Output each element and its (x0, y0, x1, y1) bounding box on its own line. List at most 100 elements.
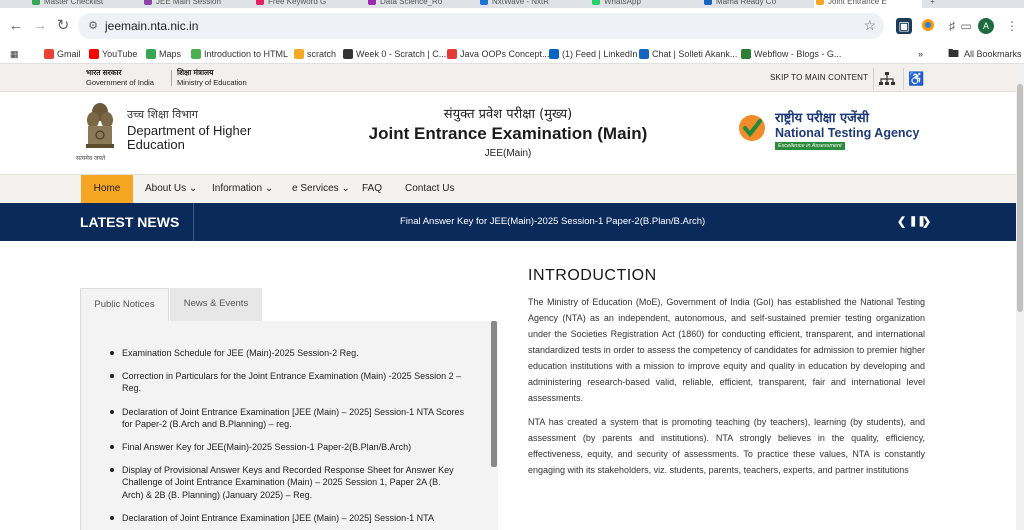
notice-item[interactable]: Declaration of Joint Entrance Examinatio… (109, 512, 464, 524)
notice-item[interactable]: Final Answer Key for JEE(Main)-2025 Sess… (109, 441, 464, 453)
notice-item[interactable]: Declaration of Joint Entrance Examinatio… (109, 406, 464, 430)
address-bar[interactable]: ⚙ jeemain.nta.nic.in ☆ (78, 13, 884, 39)
bookmark-item[interactable]: Introduction to HTML (191, 47, 288, 61)
menu-kebab-icon[interactable]: ⋮ (1004, 18, 1020, 34)
browser-tab[interactable]: Free Keyword G× (254, 0, 362, 8)
nav-eservices-label: e Services (292, 183, 339, 194)
address-url[interactable]: jeemain.nta.nic.in (105, 19, 198, 33)
nav-about-label: About Us (145, 183, 187, 194)
nav-home[interactable]: Home (81, 175, 133, 204)
govt-english: Government of India (86, 77, 154, 87)
site-info-icon[interactable]: ⚙ (86, 19, 100, 33)
new-tab-icon[interactable]: + (930, 0, 950, 8)
accessibility-icon[interactable]: ♿ (903, 68, 929, 90)
public-notices-panel: Examination Schedule for JEE (Main)-2025… (80, 321, 498, 530)
tab-favicon-icon (592, 0, 600, 5)
java-icon (447, 49, 457, 59)
page-scrollbar-thumb[interactable] (1017, 84, 1023, 312)
chevron-down-icon: ⌄ (264, 183, 274, 194)
bookmark-item[interactable]: Chat | Solleti Akank... (639, 47, 737, 61)
bookmark-item[interactable]: Maps (146, 47, 181, 61)
news-ticker-item[interactable]: Final Answer Key for JEE(Main)-2025 Sess… (400, 216, 705, 227)
tab-favicon-icon (144, 0, 152, 5)
back-icon[interactable]: ← (6, 16, 26, 36)
nav-information[interactable]: Information ⌄ (212, 175, 273, 204)
notice-scrollbar[interactable] (491, 321, 497, 467)
news-divider (193, 203, 194, 241)
tab-favicon-icon (704, 0, 712, 5)
maps-icon (146, 49, 156, 59)
folder-icon: 🖿 (948, 48, 959, 60)
nta-logo-icon[interactable] (738, 114, 766, 142)
bookmark-item[interactable]: scratch (294, 47, 336, 61)
youtube-icon (89, 49, 99, 59)
page-scrollbar[interactable] (1016, 64, 1024, 530)
all-bookmarks-folder[interactable]: 🖿 All Bookmarks (948, 47, 1022, 61)
notice-item[interactable]: Correction in Particulars for the Joint … (109, 370, 464, 394)
news-prev-icon[interactable]: ❮ (897, 215, 906, 228)
nav-faq-label: FAQ (362, 183, 383, 194)
browser-tab-title: Master Checklist (44, 0, 104, 6)
browser-tab[interactable]: Mama Ready Co× (702, 0, 810, 8)
bookmark-label: Gmail (57, 49, 81, 59)
bookmark-label: Introduction to HTML (204, 49, 289, 59)
tab-favicon-icon (480, 0, 488, 5)
tab-favicon-icon (32, 0, 40, 5)
nav-information-label: Information (212, 183, 263, 194)
latest-news-bar: LATEST NEWS Final Answer Key for JEE(Mai… (0, 203, 1016, 241)
tab-favicon-icon (816, 0, 824, 5)
browser-tab[interactable]: Joint Entrance E× (814, 0, 922, 8)
bookmark-item[interactable]: Webflow - Blogs - G... (741, 47, 841, 61)
skip-to-main-content-link[interactable]: SKIP TO MAIN CONTENT (770, 73, 868, 82)
nav-contact-us[interactable]: Contact Us (405, 175, 454, 204)
nav-about-us[interactable]: About Us ⌄ (145, 175, 197, 204)
nta-name-hindi: राष्ट्रीय परीक्षा एजेंसी (775, 111, 869, 126)
sidepanel-icon[interactable]: ▭ (958, 18, 974, 34)
w3-icon (191, 49, 201, 59)
browser-tab[interactable]: Data Science_Ro× (366, 0, 474, 8)
exam-short-name: JEE(Main) (484, 148, 532, 159)
main-nav: Home About Us ⌄ Information ⌄ e Services… (0, 174, 1016, 204)
notice-item[interactable]: Examination Schedule for JEE (Main)-2025… (109, 347, 464, 359)
extension-color-icon[interactable] (920, 18, 936, 34)
bookmark-item[interactable]: (1) Feed | LinkedIn (549, 47, 637, 61)
chevron-down-icon: ⌄ (341, 183, 350, 194)
tab-news-events[interactable]: News & Events (170, 288, 262, 321)
reload-icon[interactable]: ↻ (53, 16, 73, 36)
browser-tab-title: Data Science_Ro (380, 0, 443, 6)
bookmark-item[interactable]: Java OOPs Concept... (447, 47, 550, 61)
nav-home-label: Home (93, 183, 121, 194)
browser-tab[interactable]: Master Checklist× (30, 0, 138, 8)
bookmarks-overflow-icon[interactable]: » (918, 47, 923, 61)
bookmark-item[interactable]: Gmail (44, 47, 81, 61)
tab-favicon-icon (368, 0, 376, 5)
apps-grid-icon[interactable]: ▦ (10, 47, 19, 61)
tab-public-notices[interactable]: Public Notices (80, 288, 169, 321)
sitemap-icon[interactable] (873, 68, 899, 90)
notice-list: Examination Schedule for JEE (Main)-2025… (109, 347, 464, 530)
nav-faq[interactable]: FAQ (362, 175, 382, 204)
bookmark-label: Chat | Solleti Akank... (652, 49, 738, 59)
nav-e-services[interactable]: e Services ⌄ (292, 175, 350, 204)
browser-tab-strip: Master Checklist× JEE Main Session× Free K… (0, 0, 1024, 8)
cs50-icon (343, 49, 353, 59)
bookmark-item[interactable]: YouTube (89, 47, 137, 61)
browser-tab-title: Mama Ready Co (716, 0, 777, 6)
bookmark-label: Maps (159, 49, 182, 59)
news-next-icon[interactable]: ❯ (922, 215, 931, 228)
bookmark-star-icon[interactable]: ☆ (863, 17, 876, 34)
browser-tab[interactable]: NxtWave - NxtR× (478, 0, 586, 8)
profile-avatar[interactable]: A (978, 18, 994, 34)
forward-icon[interactable]: → (30, 16, 50, 36)
browser-tab[interactable]: WhatsApp× (590, 0, 698, 8)
govt-of-india[interactable]: भारत सरकार Government of India (86, 68, 154, 87)
government-bar: भारत सरकार Government of India शिक्षा मं… (0, 64, 1016, 92)
ministry-of-education[interactable]: शिक्षा मंत्रालय Ministry of Education (177, 68, 247, 87)
introduction-heading: INTRODUCTION (528, 267, 657, 284)
chevron-down-icon: ⌄ (188, 183, 198, 194)
browser-tab[interactable]: JEE Main Session× (142, 0, 250, 8)
notice-item[interactable]: Display of Provisional Answer Keys and R… (109, 464, 464, 501)
extension-icon[interactable]: ▣ (896, 18, 912, 34)
introduction-paragraph-1: The Ministry of Education (MoE), Governm… (528, 297, 925, 403)
bookmark-item[interactable]: Week 0 - Scratch | C... (343, 47, 446, 61)
